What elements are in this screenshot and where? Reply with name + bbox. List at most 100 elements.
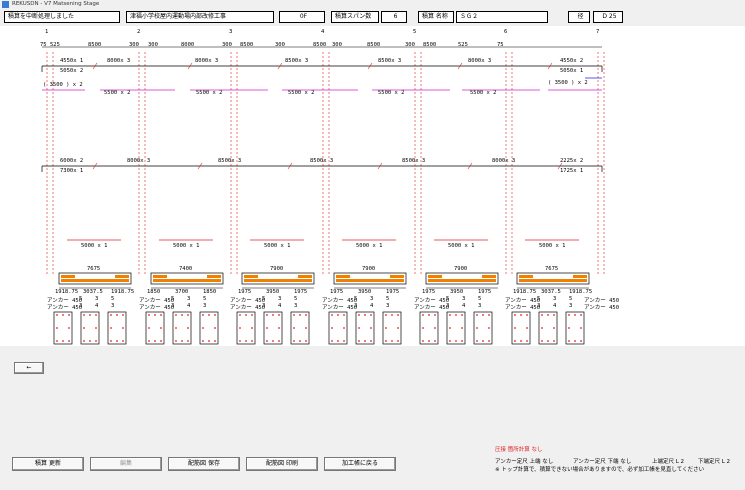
rebar-dot [245, 314, 247, 316]
rebar-dot [251, 340, 253, 342]
dia-field[interactable]: D 25 [593, 11, 623, 23]
rebar-dot [541, 340, 543, 342]
rebar-drawing-canvas[interactable]: 1 2 3 4 5 6 7 75 525 8500 300 300 8000 300 8500 300 8500… [0, 26, 745, 346]
top-dimension-label: 300 [405, 42, 415, 48]
save-button[interactable]: 配筋図 保存 [168, 457, 240, 471]
rebar-dot [568, 340, 570, 342]
prev-button[interactable]: ← [14, 362, 44, 374]
edit-button[interactable]: 編集 [90, 457, 162, 471]
rebar-dot [364, 340, 366, 342]
beam-orange-right2 [298, 279, 312, 282]
rebar-dot [488, 314, 490, 316]
rebar-dot [385, 340, 387, 342]
rebar-dot [580, 340, 582, 342]
beam-orange-right [390, 275, 404, 278]
rebar-dot [514, 340, 516, 342]
top-dimension-label: 525 [50, 42, 60, 48]
anchor-value: 4 [187, 303, 191, 309]
back-button[interactable]: 加工帳に戻る [324, 457, 396, 471]
beam-dim-label: 1975 [422, 289, 436, 295]
rebar-dot [62, 314, 64, 316]
sub-bar-label: 5500 x 2 [288, 90, 315, 96]
anchor-value: 3 [553, 296, 557, 302]
anchor-value: 5 [79, 296, 83, 302]
beam-orange-center [442, 279, 482, 282]
lower-bar-label: 8500x 3 [218, 158, 242, 164]
anchor-bottom-note: アンカー定尺 下端 なし [573, 459, 632, 465]
grid-label: 6 [504, 29, 508, 35]
anchor-label: アンカー 450 [322, 305, 358, 311]
rebar-dot [370, 327, 372, 329]
rebar-dot [160, 327, 162, 329]
update-button[interactable]: 積算 更新 [12, 457, 84, 471]
anchor-value: 3 [95, 296, 99, 302]
rebar-dot [239, 340, 241, 342]
beam-outline [150, 272, 224, 285]
stirrup-label: 5000 x 1 [264, 243, 291, 249]
beam-orange-left2 [244, 279, 258, 282]
rebar-dot [95, 314, 97, 316]
beam-orange-left2 [153, 279, 167, 282]
project-field[interactable]: 津福小学校屋内運動場内部改修工事 [126, 11, 274, 23]
rebar-dot [358, 340, 360, 342]
span-count-field[interactable]: 6 [381, 11, 407, 23]
rebar-dot [95, 340, 97, 342]
beam-orange-left2 [428, 279, 442, 282]
anchor-value: 5 [478, 296, 482, 302]
sub-bar-label: 5500 x 2 [378, 90, 405, 96]
beam-length-label: 7900 [454, 266, 468, 272]
rebar-dot [449, 327, 451, 329]
rebar-dot [214, 327, 216, 329]
beam-orange-right [573, 275, 587, 278]
beam-orange-right [298, 275, 312, 278]
grid-label: 1 [45, 29, 49, 35]
rebar-dot [358, 327, 360, 329]
beam-orange-right2 [207, 279, 221, 282]
anchor-value: 4 [95, 303, 99, 309]
top-dimension-label: 300 [129, 42, 139, 48]
rebar-dot [148, 314, 150, 316]
rebar-dot [397, 314, 399, 316]
grid-label: 2 [137, 29, 141, 35]
beam-orange-left [153, 275, 167, 278]
rebar-dot [434, 314, 436, 316]
beam-outline [333, 272, 407, 285]
beam-length-label: 7900 [362, 266, 376, 272]
name-field[interactable]: ＳＧ２ [456, 11, 548, 23]
sub-bar-label: 5500 x 2 [470, 90, 497, 96]
dia-label: 径 [568, 11, 590, 23]
rebar-dot [68, 327, 70, 329]
beam-dim-label: 3700 [175, 289, 189, 295]
print-button[interactable]: 配筋図 印刷 [246, 457, 318, 471]
span-label: 積算スパン数 [331, 11, 379, 23]
lower-bar-label: 7300x 1 [60, 168, 84, 174]
rebar-dot [547, 340, 549, 342]
caution-note: ※ トップ計算で、積算できない場合がありますので、必ず加工帳を見直してください [495, 467, 705, 473]
anchor-value: 3 [262, 303, 266, 309]
rebar-dot [68, 340, 70, 342]
rebar-dot [110, 340, 112, 342]
rebar-dot [434, 340, 436, 342]
lower-bar-label: 1725x 1 [560, 168, 584, 174]
beam-dim-label: 3037.5 [83, 289, 103, 295]
rebar-dot [397, 327, 399, 329]
rebar-dot [514, 327, 516, 329]
upper-bar-label: 4550x 2 [560, 58, 584, 64]
top-dimension-label: 300 [222, 42, 232, 48]
rebar-dot [488, 340, 490, 342]
floor-field[interactable]: 0F [279, 11, 325, 23]
anchor-value: 3 [79, 303, 83, 309]
rebar-dot [449, 314, 451, 316]
top-dimension-label: 75 [40, 42, 47, 48]
sub-bar-label: ( 3500 ) x 2 [43, 82, 83, 88]
rebar-dot [148, 327, 150, 329]
rebar-dot [541, 327, 543, 329]
anchor-value: 3 [386, 303, 390, 309]
name-label: 積算 名称 [418, 11, 454, 23]
rebar-dot [83, 314, 85, 316]
beam-orange-center [258, 279, 298, 282]
rebar-dot [251, 314, 253, 316]
sub-bar-label: 5500 x 2 [196, 90, 223, 96]
anchor-value: 5 [354, 296, 358, 302]
rebar-dot [239, 327, 241, 329]
